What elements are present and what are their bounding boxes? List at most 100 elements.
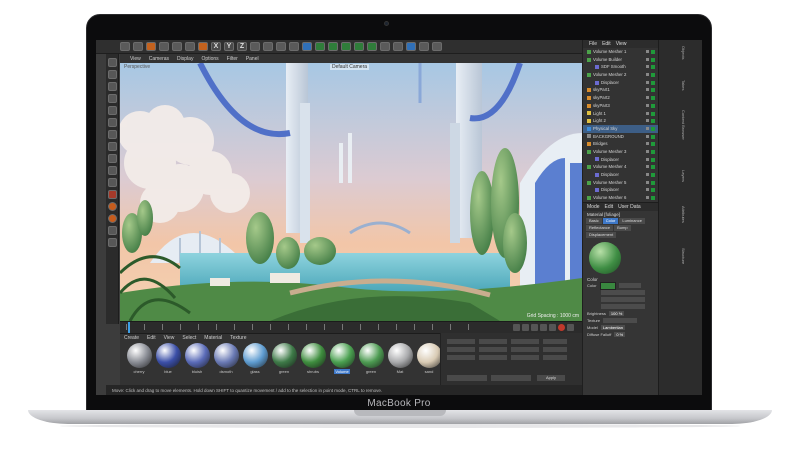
object-row[interactable]: Volume Mesher 6: [583, 194, 658, 202]
live-selection-icon[interactable]: [146, 42, 156, 51]
visibility-dot-icon[interactable]: [646, 119, 649, 123]
texture-mode-icon[interactable]: [107, 82, 117, 91]
enabled-check-icon[interactable]: [651, 73, 655, 78]
settings-icon[interactable]: [432, 42, 442, 51]
bodypaint-icon[interactable]: [107, 202, 117, 211]
color-field[interactable]: [618, 283, 641, 288]
enabled-check-icon[interactable]: [651, 157, 655, 162]
view-menu[interactable]: View: [130, 56, 141, 62]
enabled-check-icon[interactable]: [651, 57, 655, 62]
material-item[interactable]: green: [271, 343, 297, 374]
workplane-icon[interactable]: [107, 154, 117, 163]
material-item[interactable]: glass: [242, 343, 268, 374]
side-tab-structure[interactable]: Structure: [681, 248, 686, 264]
material-item[interactable]: cherry: [126, 343, 152, 374]
object-row[interactable]: Volume Mesher 5: [583, 179, 658, 187]
size-mode-select[interactable]: [491, 375, 531, 381]
material-item[interactable]: bluish: [184, 343, 210, 374]
object-row[interactable]: skyPart3: [583, 102, 658, 110]
object-row[interactable]: Volume Mesher 2: [583, 71, 658, 79]
enabled-check-icon[interactable]: [651, 80, 655, 85]
attribute-tab[interactable]: Displacement: [586, 232, 617, 238]
move-tool-icon[interactable]: [159, 42, 169, 51]
side-tab-objects[interactable]: Objects: [681, 46, 686, 60]
color-swatch[interactable]: [599, 281, 616, 290]
mode-menu[interactable]: Mode: [587, 204, 600, 210]
visibility-dot-icon[interactable]: [646, 73, 649, 77]
visibility-dot-icon[interactable]: [646, 188, 649, 192]
visibility-dot-icon[interactable]: [646, 111, 649, 115]
value-slider[interactable]: [601, 304, 645, 309]
create-menu[interactable]: Create: [124, 335, 139, 341]
enabled-check-icon[interactable]: [651, 173, 655, 177]
visibility-dot-icon[interactable]: [646, 65, 649, 69]
light-icon[interactable]: [419, 42, 429, 51]
next-frame-icon[interactable]: [540, 324, 547, 331]
scene-icon[interactable]: [393, 42, 403, 51]
visibility-dot-icon[interactable]: [646, 134, 649, 138]
file-menu[interactable]: File: [589, 41, 597, 47]
object-row[interactable]: Displacer: [583, 156, 658, 164]
display-menu[interactable]: Display: [177, 56, 193, 62]
generator-icon[interactable]: [328, 42, 338, 51]
material-item[interactable]: blue: [155, 343, 181, 374]
visibility-dot-icon[interactable]: [646, 142, 649, 146]
model-value[interactable]: Lambertian: [600, 325, 625, 330]
object-row[interactable]: Displacer: [583, 186, 658, 194]
side-tab-takes[interactable]: Takes: [681, 80, 686, 90]
edges-mode-icon[interactable]: [107, 118, 117, 127]
autokey-icon[interactable]: [567, 324, 574, 331]
visibility-dot-icon[interactable]: [646, 50, 649, 53]
undo-icon[interactable]: [120, 42, 130, 51]
object-row[interactable]: Volume Mesher 1: [583, 48, 658, 56]
side-tab-content-browser[interactable]: Content Browser: [681, 110, 686, 140]
cameras-menu[interactable]: Cameras: [149, 56, 169, 62]
saturation-slider[interactable]: [601, 297, 645, 302]
snap-icon[interactable]: [107, 142, 117, 151]
visibility-dot-icon[interactable]: [646, 57, 649, 61]
tweak-icon[interactable]: [107, 226, 117, 235]
visibility-dot-icon[interactable]: [646, 126, 649, 130]
volume-icon[interactable]: [354, 42, 364, 51]
go-to-end-icon[interactable]: [549, 324, 556, 331]
render-settings-icon[interactable]: [289, 42, 299, 51]
visibility-dot-icon[interactable]: [646, 180, 649, 184]
material-item[interactable]: shrubs: [300, 343, 326, 374]
solo-icon[interactable]: [107, 166, 117, 175]
material-item[interactable]: sand: [416, 343, 442, 374]
object-row[interactable]: Volume Builder: [583, 56, 658, 64]
go-to-start-icon[interactable]: [513, 324, 520, 331]
enabled-check-icon[interactable]: [651, 142, 655, 147]
sculpt-icon[interactable]: [107, 190, 117, 199]
edit-menu[interactable]: Edit: [605, 204, 614, 210]
y-axis-button[interactable]: Y: [224, 42, 234, 51]
enabled-check-icon[interactable]: [651, 134, 655, 139]
object-row[interactable]: Displacer: [583, 171, 658, 179]
enabled-check-icon[interactable]: [651, 119, 655, 124]
object-mode-select[interactable]: [447, 375, 487, 381]
object-row[interactable]: Physical Sky: [583, 124, 658, 133]
object-row[interactable]: Light 2: [583, 117, 658, 125]
mograph-icon[interactable]: [367, 42, 377, 51]
rotation-fields[interactable]: [447, 355, 567, 360]
timeline[interactable]: [120, 321, 582, 333]
object-row[interactable]: Bridges: [583, 140, 658, 148]
python-icon[interactable]: [107, 214, 117, 223]
material-item[interactable]: Mat: [387, 343, 413, 374]
visibility-dot-icon[interactable]: [646, 173, 649, 176]
render-view-icon[interactable]: [263, 42, 273, 51]
enabled-check-icon[interactable]: [651, 103, 655, 108]
3d-viewport[interactable]: Perspective Default Camera Grid Spacing …: [120, 63, 582, 321]
material-item[interactable]: Volume: [329, 343, 355, 374]
object-row[interactable]: SDF Smooth: [583, 63, 658, 71]
object-row[interactable]: Volume Mesher 4: [583, 163, 658, 171]
make-editable-icon[interactable]: [107, 58, 117, 67]
visibility-dot-icon[interactable]: [646, 96, 649, 100]
panel-menu[interactable]: Panel: [246, 56, 259, 62]
z-axis-button[interactable]: Z: [237, 42, 247, 51]
object-row[interactable]: Volume Mesher 3: [583, 148, 658, 156]
enabled-check-icon[interactable]: [651, 188, 655, 193]
attribute-tab[interactable]: Color: [602, 218, 619, 224]
visibility-dot-icon[interactable]: [646, 165, 649, 169]
edit-menu[interactable]: Edit: [147, 335, 156, 341]
